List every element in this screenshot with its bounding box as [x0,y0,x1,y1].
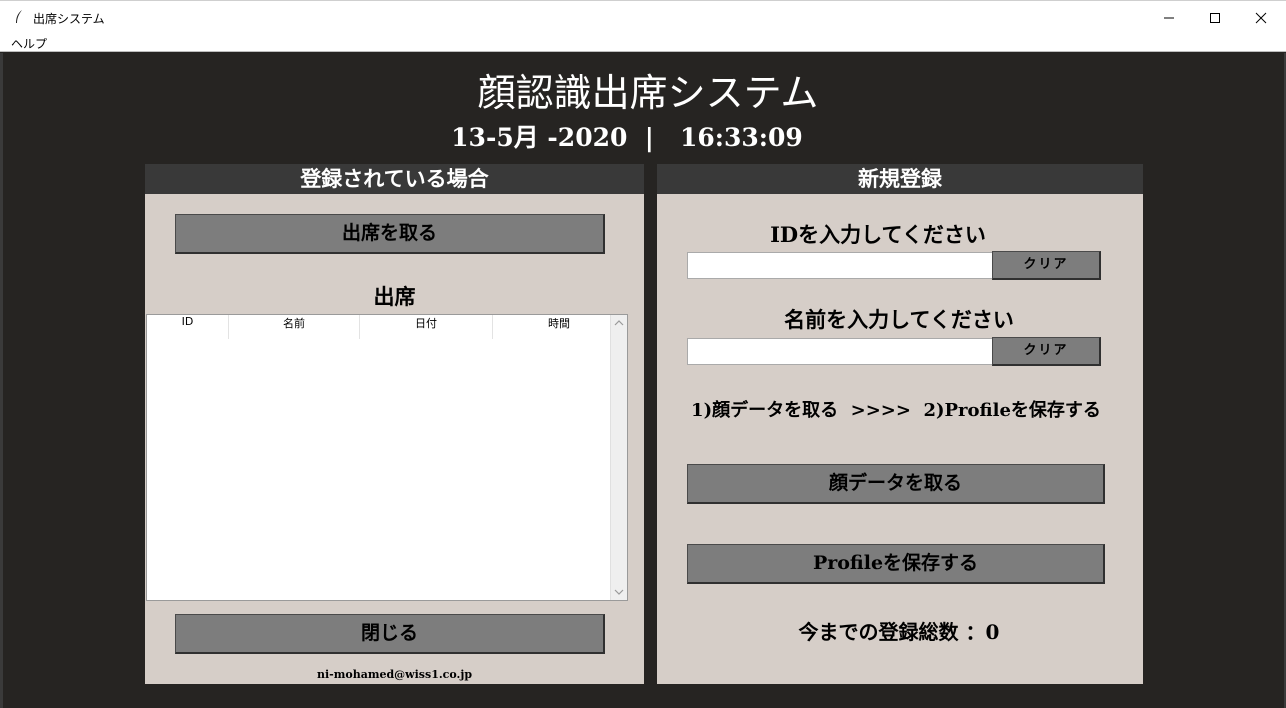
registered-panel: 登録されている場合 出席を取る 出席 ID 名前 日付 時間 閉じる ni-mo… [145,164,644,684]
table-scrollbar[interactable] [610,315,627,600]
menubar: ヘルプ [0,33,1286,52]
close-button[interactable]: 閉じる [175,614,605,654]
id-input[interactable] [687,252,993,279]
save-profile-button[interactable]: Profileを保存する [687,544,1105,584]
new-registration-header: 新規登録 [657,164,1143,194]
clear-id-button[interactable]: クリア [992,251,1101,280]
id-prompt-label: IDを入力してください [770,222,986,247]
maximize-button[interactable] [1192,1,1238,34]
take-attendance-button[interactable]: 出席を取る [175,214,605,254]
new-registration-panel: 新規登録 IDを入力してください クリア 名前を入力してください クリア 1)顔… [657,164,1143,684]
column-header-date[interactable]: 日付 [360,315,493,339]
scroll-up-icon[interactable] [614,319,624,327]
name-prompt-label: 名前を入力してください [784,307,1014,332]
clear-name-button[interactable]: クリア [992,337,1101,366]
minimize-button[interactable] [1146,1,1192,34]
column-header-id[interactable]: ID [147,315,229,339]
feather-app-icon [16,10,22,23]
registration-count-text: 今までの登録総数 ：0 [798,620,1000,644]
maximize-icon [1210,12,1220,23]
window-titlebar: 出席システム [0,0,1286,33]
column-header-name[interactable]: 名前 [229,315,360,339]
attendance-label: 出席 [373,284,416,309]
minimize-icon [1164,17,1174,18]
menu-help[interactable]: ヘルプ [11,35,47,52]
registration-steps-text: 1)顔データを取る >>>> 2)Profileを保存する [691,400,1101,421]
date-time-display: 13-5月 -2020 | 16:33:09 [451,123,803,152]
attendance-table-header: ID 名前 日付 時間 [147,315,626,339]
attendance-table[interactable]: ID 名前 日付 時間 [146,314,628,601]
close-window-button[interactable] [1238,1,1284,34]
name-input[interactable] [687,338,993,365]
close-icon [1255,12,1267,23]
take-face-data-button[interactable]: 顔データを取る [687,464,1105,504]
registered-panel-header: 登録されている場合 [145,164,644,194]
app-title: 顔認識出席システム [477,71,819,115]
scroll-down-icon[interactable] [614,588,624,596]
contact-email: ni-mohamed@wiss1.co.jp [316,668,473,681]
window-title: 出席システム [33,12,105,26]
column-header-time[interactable]: 時間 [493,315,626,339]
